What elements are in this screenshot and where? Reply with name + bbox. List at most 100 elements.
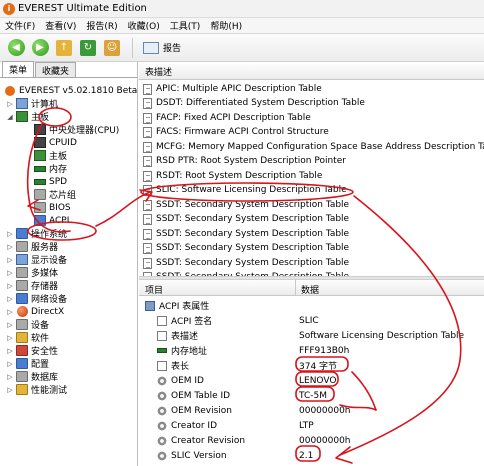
menu-favorites[interactable]: 收藏(O) xyxy=(123,19,165,32)
list-item[interactable]: SSDT: Secondary System Description Table xyxy=(143,256,349,270)
expand-icon[interactable]: ▷ xyxy=(6,230,14,238)
property-name: 内存地址 xyxy=(171,347,208,357)
expand-icon[interactable]: ▷ xyxy=(6,256,14,264)
table-row[interactable]: 表长 374 字节 xyxy=(139,358,484,373)
expand-icon[interactable]: ▷ xyxy=(6,269,14,277)
menu-file[interactable]: 文件(F) xyxy=(0,19,40,32)
list-item[interactable]: FACS: Firmware ACPI Control Structure xyxy=(143,125,329,139)
expand-icon[interactable]: ▷ xyxy=(6,295,14,303)
table-row[interactable]: OEM Table ID TC-5M xyxy=(139,388,484,403)
tree-item-storage[interactable]: ▷ 存储器 xyxy=(6,279,58,292)
tree-item-benchmark[interactable]: ▷ 性能测试 xyxy=(6,383,67,396)
users-button[interactable]: ☺ xyxy=(102,38,122,58)
menu-bar: 文件(F) 查看(V) 报告(R) 收藏(O) 工具(T) 帮助(H) xyxy=(0,18,484,34)
table-row[interactable]: ACPI 签名 SLIC xyxy=(139,313,484,328)
gear-icon xyxy=(157,435,167,446)
tree-label: 网络设备 xyxy=(31,295,68,305)
list-item[interactable]: SSDT: Secondary System Description Table xyxy=(143,198,349,212)
tree-item-board[interactable]: 主板 xyxy=(34,149,67,162)
tree-item-network[interactable]: ▷ 网络设备 xyxy=(6,292,67,305)
expand-icon[interactable]: ▷ xyxy=(6,373,14,381)
column-data[interactable]: 数据 xyxy=(301,283,319,296)
tree-item-multimedia[interactable]: ▷ 多媒体 xyxy=(6,266,58,279)
tree-item-chipset[interactable]: 芯片组 xyxy=(34,188,76,201)
report-button[interactable]: 报告 xyxy=(139,38,185,58)
list-item[interactable]: SSDT: Secondary System Description Table xyxy=(143,212,349,226)
tree-item-database[interactable]: ▷ 数据库 xyxy=(6,370,58,383)
display-icon xyxy=(16,254,28,265)
table-description-header[interactable]: 表描述 xyxy=(139,64,484,80)
menu-tools[interactable]: 工具(T) xyxy=(165,19,206,32)
table-row[interactable]: OEM Revision 00000000h xyxy=(139,403,484,418)
tree-item-os[interactable]: ▷ 操作系统 xyxy=(6,227,67,240)
expand-icon[interactable]: ▷ xyxy=(6,347,14,355)
table-row[interactable]: 内存地址 FFF913B0h xyxy=(139,343,484,358)
tab-menu[interactable]: 菜单 xyxy=(2,61,35,77)
table-row[interactable]: 表描述 Software Licensing Description Table xyxy=(139,328,484,343)
network-icon xyxy=(16,293,28,304)
expand-icon[interactable]: ▷ xyxy=(6,334,14,342)
list-item[interactable]: RSD PTR: Root System Description Pointer xyxy=(143,154,346,168)
list-item[interactable]: FACP: Fixed ACPI Description Table xyxy=(143,111,311,125)
tree-item-acpi[interactable]: ACPI xyxy=(34,214,69,227)
tree-item-motherboard[interactable]: ◢ 主板 xyxy=(6,110,49,123)
cpu-icon xyxy=(34,124,46,135)
expand-icon[interactable]: ▷ xyxy=(6,282,14,290)
tree-item-config[interactable]: ▷ 配置 xyxy=(6,357,49,370)
tree-item-computer[interactable]: ▷ 计算机 xyxy=(6,97,58,110)
back-button[interactable]: ◀ xyxy=(6,38,26,58)
tree-item-security[interactable]: ▷ 安全性 xyxy=(6,344,58,357)
list-item-slic[interactable]: SLIC: Software Licensing Description Tab… xyxy=(143,183,347,197)
list-item[interactable]: SSDT: Secondary System Description Table xyxy=(143,241,349,255)
expand-icon[interactable]: ▷ xyxy=(6,100,14,108)
acpi-group-icon xyxy=(145,300,155,311)
tree-label: 主板 xyxy=(49,152,68,162)
menu-help[interactable]: 帮助(H) xyxy=(205,19,247,32)
column-item[interactable]: 项目 xyxy=(145,283,163,296)
menu-view[interactable]: 查看(V) xyxy=(40,19,81,32)
os-icon xyxy=(16,228,28,239)
column-divider[interactable] xyxy=(295,280,296,296)
tree-item-everest[interactable]: EVEREST v5.02.1810 Beta xyxy=(4,84,137,97)
tree-item-directx[interactable]: ▷ DirectX xyxy=(6,305,64,318)
tree-item-devices[interactable]: ▷ 设备 xyxy=(6,318,49,331)
tree-item-cpuid[interactable]: CPUID xyxy=(34,136,77,149)
tree-item-memory[interactable]: 内存 xyxy=(34,162,67,175)
property-value: TC-5M xyxy=(299,390,327,401)
tree-item-server[interactable]: ▷ 服务器 xyxy=(6,240,58,253)
list-item[interactable]: MCFG: Memory Mapped Configuration Space … xyxy=(143,140,484,154)
expand-icon[interactable]: ▷ xyxy=(6,308,14,316)
list-item[interactable]: DSDT: Differentiated System Description … xyxy=(143,96,365,110)
property-name: 表长 xyxy=(171,362,190,372)
forward-button[interactable]: ▶ xyxy=(30,38,50,58)
report-button-label: 报告 xyxy=(163,44,182,54)
ram-icon xyxy=(157,348,167,353)
property-group[interactable]: ACPI 表属性 xyxy=(139,298,484,313)
tree-item-spd[interactable]: SPD xyxy=(34,175,67,188)
expand-icon[interactable]: ▷ xyxy=(6,360,14,368)
table-row[interactable]: SLIC Version 2.1 xyxy=(139,448,484,463)
table-row[interactable]: OEM ID LENOVO xyxy=(139,373,484,388)
tab-favorites[interactable]: 收藏夹 xyxy=(35,62,77,77)
list-item[interactable]: SSDT: Secondary System Description Table xyxy=(143,227,349,241)
list-item[interactable]: RSDT: Root System Description Table xyxy=(143,169,322,183)
expand-icon[interactable]: ▷ xyxy=(6,243,14,251)
up-button[interactable]: ↑ xyxy=(54,38,74,58)
collapse-icon[interactable]: ◢ xyxy=(6,113,14,121)
table-doc-icon xyxy=(143,242,152,254)
expand-icon[interactable]: ▷ xyxy=(6,321,14,329)
table-row[interactable]: Creator Revision 00000000h xyxy=(139,433,484,448)
list-item[interactable]: APIC: Multiple APIC Description Table xyxy=(143,82,322,96)
menu-report[interactable]: 报告(R) xyxy=(81,19,122,32)
tree-label: 设备 xyxy=(31,321,50,331)
tree-item-software[interactable]: ▷ 软件 xyxy=(6,331,49,344)
refresh-button[interactable]: ↻ xyxy=(78,38,98,58)
property-name: ACPI 签名 xyxy=(171,317,213,327)
tree-item-cpu[interactable]: 中央处理器(CPU) xyxy=(34,123,119,136)
tree-item-bios[interactable]: BIOS xyxy=(34,201,71,214)
tree-item-display[interactable]: ▷ 显示设备 xyxy=(6,253,67,266)
expand-icon[interactable]: ▷ xyxy=(6,386,14,394)
table-row[interactable]: Creator ID LTP xyxy=(139,418,484,433)
table-doc-icon xyxy=(143,228,152,240)
forward-arrow-icon: ▶ xyxy=(31,39,49,56)
